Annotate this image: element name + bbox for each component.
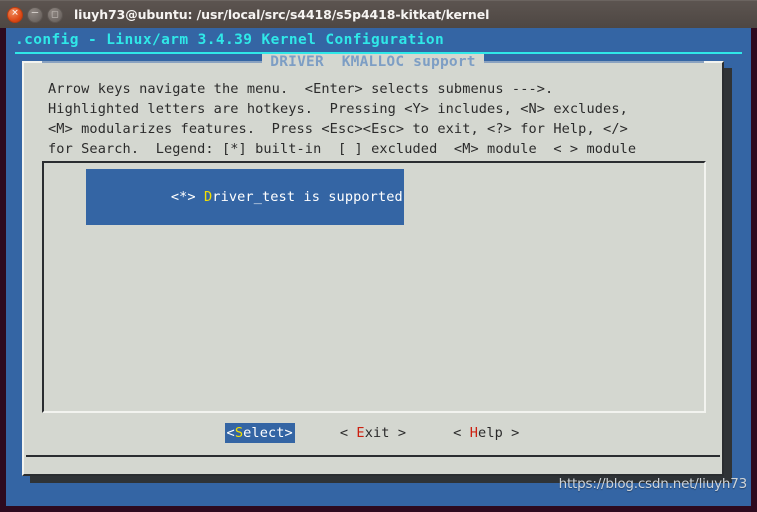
- minimize-icon: ‒: [31, 4, 39, 19]
- kernel-config-divider: [15, 52, 742, 54]
- exit-button-open: <: [339, 425, 357, 441]
- maximize-icon: □: [51, 9, 59, 18]
- menu-heading-label: DRIVER KMALLOC support: [262, 54, 484, 70]
- select-button[interactable]: <Select>: [224, 423, 295, 443]
- heading-rule-right: [483, 61, 704, 63]
- heading-rule-left: [42, 61, 263, 63]
- select-button-open: <: [226, 425, 235, 441]
- window-titlebar: ✕ ‒ □ liuyh73@ubuntu: /usr/local/src/s44…: [0, 0, 757, 28]
- close-button[interactable]: ✕: [7, 6, 23, 23]
- list-item-prefix: <*>: [170, 189, 204, 205]
- button-separator: [26, 455, 720, 457]
- window-controls: ✕ ‒ □: [7, 4, 63, 23]
- terminal-window: ✕ ‒ □ liuyh73@ubuntu: /usr/local/src/s44…: [0, 0, 757, 512]
- help-button[interactable]: < Help >: [451, 423, 521, 443]
- help-button-open: <: [453, 425, 470, 441]
- terminal-screen: .config - Linux/arm 3.4.39 Kernel Config…: [6, 28, 751, 506]
- close-icon: ✕: [11, 8, 19, 19]
- list-item-label: river_test is supported: [212, 189, 403, 205]
- list-item[interactable]: <*> Driver_test is supported: [86, 169, 404, 225]
- watermark: https://blog.csdn.net/liuyh73: [558, 476, 748, 492]
- dialog-help-text: Arrow keys navigate the menu. <Enter> se…: [48, 81, 637, 157]
- select-button-label: elect: [243, 425, 285, 441]
- help-button-close: >: [502, 425, 520, 441]
- kernel-config-title: .config - Linux/arm 3.4.39 Kernel Config…: [15, 32, 445, 48]
- exit-button-close: >: [389, 425, 407, 441]
- help-button-hotkey: H: [469, 425, 479, 441]
- window-title: liuyh73@ubuntu: /usr/local/src/s4418/s5p…: [74, 7, 490, 22]
- exit-button-label: xit: [364, 425, 390, 441]
- help-button-label: elp: [478, 425, 503, 441]
- dialog-button-row: <Select> < Exit > < Help >: [24, 423, 722, 443]
- select-button-close: >: [284, 425, 293, 441]
- select-button-hotkey: S: [234, 425, 244, 441]
- maximize-button[interactable]: □: [47, 6, 63, 23]
- exit-button[interactable]: < Exit >: [338, 423, 408, 443]
- config-option-list[interactable]: <*> Driver_test is supported: [42, 161, 706, 413]
- minimize-button[interactable]: ‒: [27, 4, 43, 23]
- menu-heading: DRIVER KMALLOC support: [24, 54, 722, 70]
- menuconfig-dialog: DRIVER KMALLOC support Arrow keys naviga…: [22, 54, 724, 476]
- exit-button-hotkey: E: [356, 425, 365, 441]
